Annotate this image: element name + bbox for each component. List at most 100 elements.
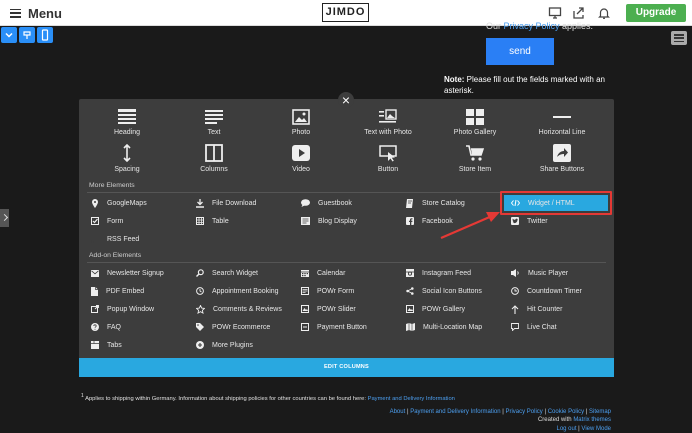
- element-search-widget[interactable]: Search Widget: [196, 267, 258, 279]
- logout-link[interactable]: Log out: [556, 426, 576, 432]
- element-label: Facebook: [422, 217, 453, 225]
- element-newsletter-signup[interactable]: Newsletter Signup: [91, 267, 164, 279]
- menu-button[interactable]: Menu: [10, 4, 62, 22]
- footer-link-sitemap[interactable]: Sitemap: [589, 409, 611, 415]
- element-blog-display[interactable]: Blog Display: [301, 215, 357, 227]
- element-store-item[interactable]: Store Item: [435, 144, 515, 173]
- element-label: Text with Photo: [364, 129, 412, 136]
- jimdo-logo[interactable]: JIMDO: [322, 3, 369, 22]
- upgrade-button[interactable]: Upgrade: [626, 4, 686, 22]
- add-element-modal: × Heading Text Photo Text with Photo Pho…: [79, 92, 614, 377]
- element-table[interactable]: Table: [196, 215, 229, 227]
- element-store-catalog[interactable]: Store Catalog: [406, 197, 465, 209]
- columns-icon: [205, 144, 223, 162]
- element-popup-window[interactable]: Popup Window: [91, 303, 154, 315]
- element-label: File Download: [212, 199, 257, 207]
- mobile-preview-toggle[interactable]: [37, 27, 53, 43]
- element-label: Heading: [113, 129, 141, 136]
- element-faq[interactable]: FAQ: [91, 321, 121, 333]
- share-out-icon[interactable]: [572, 6, 586, 20]
- question-icon: [91, 323, 99, 331]
- element-text-with-photo[interactable]: Text with Photo: [348, 109, 428, 136]
- element-twitter[interactable]: Twitter: [511, 215, 548, 227]
- element-label: Share Buttons: [539, 166, 585, 173]
- element-pdf-embed[interactable]: PDF Embed: [91, 285, 144, 297]
- element-comments-reviews[interactable]: Comments & Reviews: [196, 303, 282, 315]
- spacing-icon: [123, 144, 131, 162]
- element-powr-slider[interactable]: POWr Slider: [301, 303, 356, 315]
- matrix-themes-link[interactable]: Matrix themes: [573, 417, 611, 423]
- element-rss-feed[interactable]: RSS Feed: [91, 233, 139, 245]
- element-form[interactable]: Form: [91, 215, 123, 227]
- element-label: Multi-Location Map: [423, 323, 483, 331]
- element-horizontal-line[interactable]: Horizontal Line: [522, 109, 602, 136]
- footer-link-privacy[interactable]: Privacy Policy: [505, 409, 542, 415]
- element-multi-location-map[interactable]: Multi-Location Map: [406, 321, 482, 333]
- element-tabs[interactable]: Tabs: [91, 339, 122, 351]
- element-instagram-feed[interactable]: Instagram Feed: [406, 267, 471, 279]
- page-options-menu-icon[interactable]: [671, 31, 687, 45]
- calendar-icon: [301, 270, 309, 277]
- element-guestbook[interactable]: Guestbook: [301, 197, 352, 209]
- blog-icon: [301, 217, 310, 225]
- element-music-player[interactable]: Music Player: [511, 267, 568, 279]
- element-label: Popup Window: [107, 305, 155, 313]
- element-text[interactable]: Text: [174, 109, 254, 136]
- edit-columns-button[interactable]: EDIT COLUMNS: [79, 358, 614, 377]
- chat-icon: [511, 323, 519, 331]
- slider-icon: [301, 305, 309, 313]
- account-row: Log out | View Mode: [556, 425, 611, 432]
- element-powr-form[interactable]: POWr Form: [301, 285, 354, 297]
- horizontal-line-icon: [553, 116, 571, 118]
- map-pin-icon: [92, 198, 98, 208]
- footer-link-payment[interactable]: Payment and Delivery Information: [410, 409, 500, 415]
- element-video[interactable]: Video: [261, 144, 341, 173]
- privacy-policy-link[interactable]: Privacy Policy: [504, 21, 560, 31]
- element-label: Blog Display: [318, 217, 357, 225]
- element-social-icon-buttons[interactable]: Social Icon Buttons: [406, 285, 482, 297]
- element-label: POWr Slider: [317, 305, 356, 313]
- element-googlemaps[interactable]: GoogleMaps: [91, 197, 147, 209]
- element-photo[interactable]: Photo: [261, 109, 341, 136]
- element-label: Columns: [200, 166, 228, 173]
- expand-left-panel-icon[interactable]: [0, 209, 9, 227]
- rss-icon: [91, 240, 94, 243]
- footer-link-cookie[interactable]: Cookie Policy: [548, 409, 584, 415]
- element-countdown-timer[interactable]: Countdown Timer: [511, 285, 582, 297]
- brush-toggle[interactable]: [19, 27, 35, 43]
- shipping-footnote: 1 Applies to shipping within Germany. In…: [81, 393, 455, 402]
- close-icon[interactable]: ×: [338, 92, 354, 108]
- element-facebook[interactable]: Facebook: [406, 215, 453, 227]
- view-mode-link[interactable]: View Mode: [581, 426, 611, 432]
- element-label: Music Player: [528, 269, 569, 277]
- element-calendar[interactable]: Calendar: [301, 267, 345, 279]
- send-button[interactable]: send: [486, 38, 554, 65]
- element-more-plugins[interactable]: More Plugins: [196, 339, 253, 351]
- bell-icon[interactable]: [597, 6, 611, 20]
- element-live-chat[interactable]: Live Chat: [511, 321, 557, 333]
- element-button[interactable]: Button: [348, 144, 428, 173]
- element-share-buttons[interactable]: Share Buttons: [522, 144, 602, 173]
- element-file-download[interactable]: File Download: [196, 197, 256, 209]
- hamburger-icon: [10, 8, 21, 18]
- element-powr-ecommerce[interactable]: POWr Ecommerce: [196, 321, 270, 333]
- element-hit-counter[interactable]: Hit Counter: [511, 303, 562, 315]
- payment-delivery-link[interactable]: Payment and Delivery Information: [368, 396, 455, 402]
- element-label: Button: [377, 166, 399, 173]
- element-columns[interactable]: Columns: [174, 144, 254, 173]
- desktop-preview-icon[interactable]: [548, 6, 562, 20]
- element-widget-html[interactable]: Widget / HTML: [511, 197, 575, 209]
- element-payment-button[interactable]: Payment Button: [301, 321, 367, 333]
- music-icon: [511, 269, 519, 277]
- element-spacing[interactable]: Spacing: [87, 144, 167, 173]
- more-elements-title: More Elements: [89, 182, 135, 189]
- element-appointment-booking[interactable]: Appointment Booking: [196, 285, 279, 297]
- element-powr-gallery[interactable]: POWr Gallery: [406, 303, 465, 315]
- collapse-toggle[interactable]: [1, 27, 17, 43]
- element-label: Table: [212, 217, 229, 225]
- element-photo-gallery[interactable]: Photo Gallery: [435, 109, 515, 136]
- element-label: Form: [107, 217, 124, 225]
- element-label: POWr Gallery: [422, 305, 466, 313]
- element-heading[interactable]: Heading: [87, 109, 167, 136]
- footer-link-about[interactable]: About: [390, 409, 406, 415]
